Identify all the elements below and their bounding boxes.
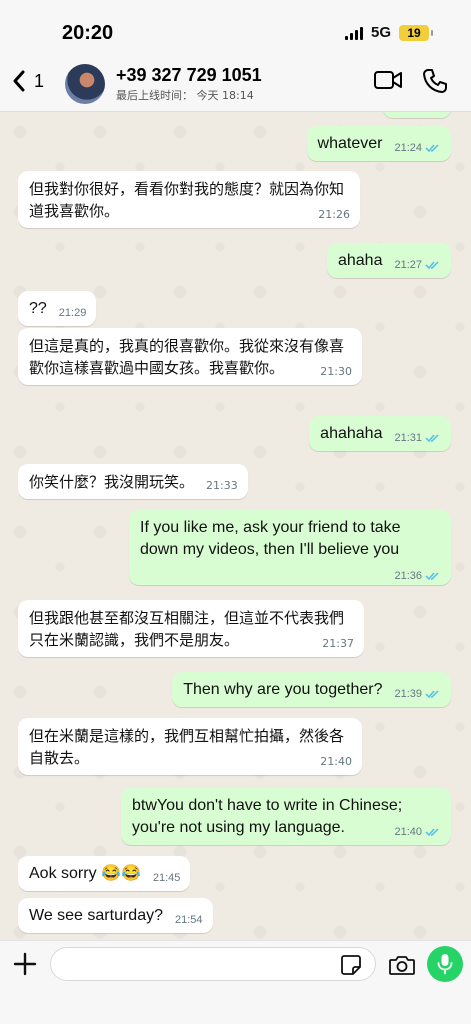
read-receipt-icon xyxy=(425,572,439,581)
message-list[interactable]: whatever 21:24 但我對你很好，看看你對我的態度？就因為你知道我喜歡… xyxy=(0,112,471,940)
message-bubble[interactable]: btwYou don't have to write in Chinese; y… xyxy=(121,788,451,845)
message-bubble[interactable]: 但在米蘭是這樣的，我們互相幫忙拍攝，然後各自散去。 21:40 xyxy=(18,718,362,775)
message-time: 21:36 xyxy=(394,570,422,582)
message-time: 21:31 xyxy=(394,432,422,444)
message-time: 21:54 xyxy=(175,914,203,926)
message-bubble[interactable]: whatever 21:24 xyxy=(306,126,451,161)
message-text: We see sarturday? xyxy=(29,907,163,924)
status-indicators: 5G 19 xyxy=(344,24,433,41)
message-text: btwYou don't have to write in Chinese; y… xyxy=(132,797,403,836)
message-text: ahahaha xyxy=(320,425,383,442)
contact-name[interactable]: +39 327 729 1051 xyxy=(116,65,262,86)
read-receipt-icon xyxy=(425,828,439,837)
message-text: If you like me, ask your friend to take … xyxy=(140,519,401,558)
message-time: 21:30 xyxy=(320,365,352,378)
composer-bar xyxy=(0,940,471,1024)
message-time: 21:39 xyxy=(394,688,422,700)
phone-icon[interactable] xyxy=(422,68,448,94)
signal-icon xyxy=(344,26,363,40)
message-input[interactable] xyxy=(50,947,376,981)
read-receipt-icon xyxy=(425,434,439,443)
chat-header: 1 +39 327 729 1051 最后上线时间： 今天 18:14 xyxy=(0,52,471,112)
video-call-icon[interactable] xyxy=(373,68,403,92)
read-receipt-icon xyxy=(425,144,439,153)
message-text: ?? xyxy=(29,300,47,317)
message-text: 但在米蘭是這樣的，我們互相幫忙拍攝，然後各自散去。 xyxy=(29,727,345,767)
status-bar: 20:20 5G 19 xyxy=(0,0,471,52)
battery-icon: 19 xyxy=(399,24,433,41)
sticker-icon[interactable] xyxy=(340,954,362,976)
message-bubble[interactable]: Then why are you together? 21:39 xyxy=(172,672,451,707)
message-bubble[interactable]: 但我對你很好，看看你對我的態度？就因為你知道我喜歡你。 21:26 xyxy=(18,171,360,228)
message-text: ahaha xyxy=(337,252,383,269)
message-text: 但我對你很好，看看你對我的態度？就因為你知道我喜歡你。 xyxy=(29,180,345,220)
message-time: 21:40 xyxy=(394,826,422,838)
network-label: 5G xyxy=(370,24,391,41)
message-bubble[interactable]: 但這是真的，我真的很喜歡你。我從來沒有像喜歡你這樣喜歡過中國女孩。我喜歡你。 2… xyxy=(18,328,362,385)
message-text: Then why are you together? xyxy=(183,681,383,698)
avatar[interactable] xyxy=(65,64,105,104)
status-time: 20:20 xyxy=(62,22,114,44)
message-bubble[interactable]: ahaha 21:27 xyxy=(326,243,451,278)
message-time: 21:24 xyxy=(394,142,422,154)
message-bubble-partial xyxy=(383,112,451,118)
message-text: whatever xyxy=(317,135,383,152)
message-time: 21:33 xyxy=(206,479,238,492)
microphone-button[interactable] xyxy=(427,946,463,982)
message-time: 21:27 xyxy=(394,259,422,271)
message-time: 21:45 xyxy=(152,872,181,884)
message-bubble[interactable]: Aok sorry 😂😂 21:45 xyxy=(18,856,191,891)
unread-count: 1 xyxy=(34,70,45,91)
back-button[interactable]: 1 xyxy=(12,70,44,92)
message-bubble[interactable]: If you like me, ask your friend to take … xyxy=(129,510,451,585)
read-receipt-icon xyxy=(425,690,439,699)
message-bubble[interactable]: ahahaha 21:31 xyxy=(309,416,451,451)
back-chevron-icon xyxy=(13,70,25,92)
camera-icon[interactable] xyxy=(388,953,416,977)
message-bubble[interactable]: We see sarturday? 21:54 xyxy=(18,898,213,933)
message-text: 你笑什麼？我沒開玩笑。 xyxy=(29,473,195,491)
read-receipt-icon xyxy=(425,261,439,270)
message-bubble[interactable]: 但我跟他甚至都沒互相關注，但這並不代表我們只在米蘭認識，我們不是朋友。 21:3… xyxy=(18,600,364,657)
message-bubble[interactable]: ?? 21:29 xyxy=(18,291,97,326)
message-time: 21:37 xyxy=(322,637,354,650)
message-time: 21:26 xyxy=(318,208,350,221)
message-text: 但我跟他甚至都沒互相關注，但這並不代表我們只在米蘭認識，我們不是朋友。 xyxy=(29,609,345,649)
plus-icon[interactable] xyxy=(12,951,38,977)
message-text: 但這是真的，我真的很喜歡你。我從來沒有像喜歡你這樣喜歡過中國女孩。我喜歡你。 xyxy=(29,337,345,377)
battery-level: 19 xyxy=(407,25,421,40)
last-seen: 最后上线时间： 今天 18:14 xyxy=(116,89,254,102)
message-bubble[interactable]: 你笑什麼？我沒開玩笑。 21:33 xyxy=(18,464,248,499)
message-text: Aok sorry 😂😂 xyxy=(29,865,141,882)
message-time: 21:29 xyxy=(58,307,87,319)
microphone-icon xyxy=(437,954,453,975)
message-time: 21:40 xyxy=(320,755,352,768)
